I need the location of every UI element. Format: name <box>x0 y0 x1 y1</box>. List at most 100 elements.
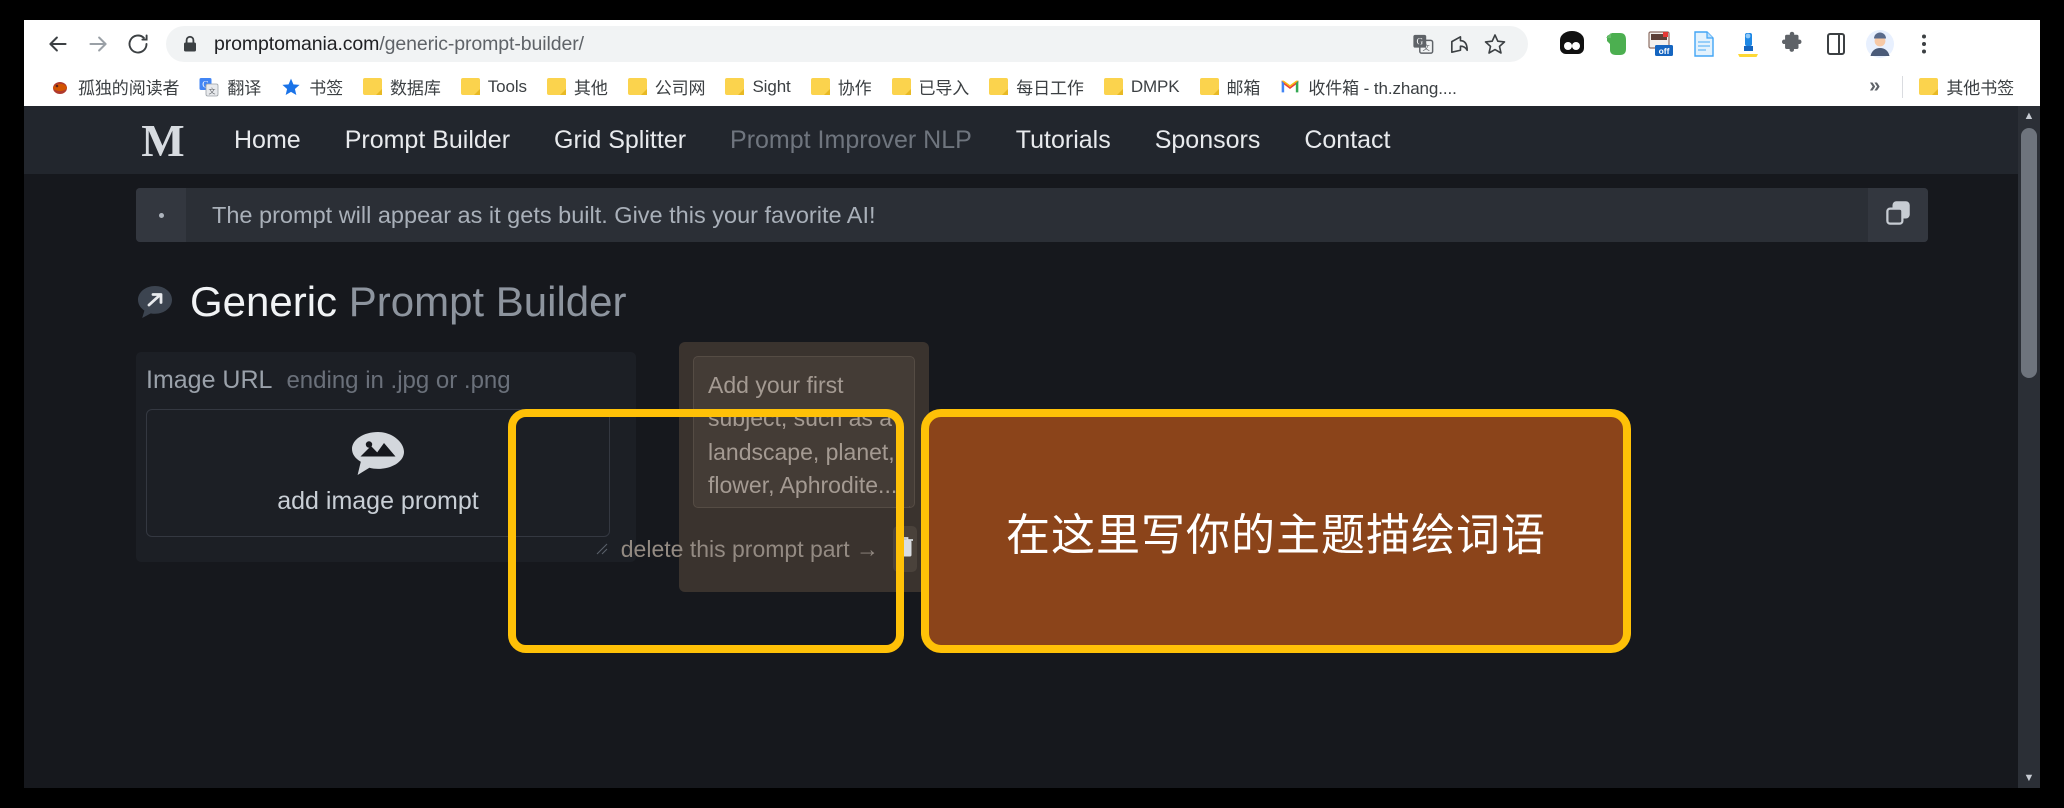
folder-icon <box>627 78 647 95</box>
page-scrollbar[interactable]: ▲ ▼ <box>2018 106 2040 788</box>
image-url-label: Image URL <box>146 366 273 394</box>
bookmark-item[interactable]: Tools <box>453 73 535 101</box>
annotation-note-text: 在这里写你的主题描绘词语 <box>1006 511 1546 560</box>
page-title-strong: Generic <box>190 278 338 325</box>
copy-prompt-button[interactable] <box>1868 188 1928 242</box>
nav-link-grid-splitter[interactable]: Grid Splitter <box>554 126 686 155</box>
bookmark-label: 公司网 <box>654 79 706 98</box>
copy-icon <box>1883 198 1913 233</box>
prompt-part-placeholder: Add your first subject, such as a landsc… <box>708 372 898 499</box>
bookmark-label: 翻译 <box>227 79 262 98</box>
folder-icon <box>891 78 911 95</box>
bookmark-star-icon[interactable] <box>1478 27 1512 61</box>
google-translate-icon: G文 <box>199 77 219 97</box>
evernote-icon[interactable] <box>1597 25 1635 63</box>
bookmark-item[interactable]: 收件箱 - th.zhang.... <box>1272 70 1464 103</box>
site-navbar: M Home Prompt Builder Grid Splitter Prom… <box>24 106 2040 174</box>
nav-link-prompt-builder[interactable]: Prompt Builder <box>345 126 510 155</box>
folder-icon <box>989 78 1009 95</box>
page-title-row: Generic Prompt Builder <box>136 278 2040 326</box>
document-icon[interactable] <box>1685 25 1723 63</box>
scroll-down-arrow-icon[interactable]: ▼ <box>2018 768 2040 788</box>
sidepanel-icon[interactable] <box>1817 25 1855 63</box>
bookmark-item[interactable]: 孤独的阅读者 <box>42 70 187 103</box>
gmail-icon <box>1280 77 1300 97</box>
bookmark-label: 邮箱 <box>1226 79 1261 98</box>
bookmark-label: 协作 <box>837 79 872 98</box>
bookmark-item[interactable]: DMPK <box>1096 73 1188 101</box>
blue-star-icon <box>281 77 301 97</box>
svg-text:文: 文 <box>1423 43 1431 52</box>
delete-prompt-part-row: delete this prompt part → x <box>621 526 929 572</box>
bookmark-label: 书签 <box>309 79 344 98</box>
lock-icon <box>182 35 198 53</box>
bookmark-label: 孤独的阅读者 <box>78 79 180 98</box>
forward-button[interactable] <box>78 24 118 64</box>
url-domain: promptomania.com <box>214 32 380 55</box>
image-url-row: Image URL ending in .jpg or .png <box>136 352 636 395</box>
folder-icon <box>363 78 383 95</box>
bookmarks-overflow-button[interactable]: » <box>1855 75 1894 98</box>
bookmark-item[interactable]: 协作 <box>803 70 880 103</box>
reload-button[interactable] <box>118 24 158 64</box>
bookmark-item[interactable]: 其他 <box>539 70 616 103</box>
svg-text:off: off <box>1659 46 1670 56</box>
delete-prompt-part-button[interactable]: x <box>893 526 917 572</box>
web-page: M Home Prompt Builder Grid Splitter Prom… <box>24 106 2040 788</box>
nav-link-prompt-improver-nlp[interactable]: Prompt Improver NLP <box>730 126 972 155</box>
url-text: promptomania.com/generic-prompt-builder/ <box>214 33 584 56</box>
nav-link-tutorials[interactable]: Tutorials <box>1016 126 1111 155</box>
kebab-menu-icon[interactable] <box>136 188 186 242</box>
svg-text:文: 文 <box>209 86 216 95</box>
bookmark-item[interactable]: 数据库 <box>355 70 449 103</box>
address-bar[interactable]: promptomania.com/generic-prompt-builder/… <box>166 26 1528 62</box>
prompt-output-placeholder[interactable]: The prompt will appear as it gets built.… <box>186 188 1868 242</box>
bookmark-item[interactable]: G文 翻译 <box>191 70 269 103</box>
page-title: Generic Prompt Builder <box>190 278 627 326</box>
bookmarks-divider <box>1902 75 1904 98</box>
bookmark-item[interactable]: 已导入 <box>884 70 978 103</box>
bookmarks-overflow: » 其他书签 <box>1855 70 2026 103</box>
prompt-part-textarea[interactable]: Add your first subject, such as a landsc… <box>693 356 915 508</box>
prompt-output-bar: The prompt will appear as it gets built.… <box>136 188 1928 242</box>
delete-prompt-part-label: delete this prompt part → <box>620 535 879 562</box>
scroll-up-arrow-icon[interactable]: ▲ <box>2018 106 2040 126</box>
folder-icon <box>1103 78 1123 95</box>
extension-toolbar: off <box>1538 25 1946 63</box>
chrome-menu-icon[interactable] <box>1905 25 1943 63</box>
microscope-icon[interactable] <box>1729 25 1767 63</box>
puzzle-extensions-icon[interactable] <box>1773 25 1811 63</box>
bookmark-label: 已导入 <box>918 79 970 98</box>
image-url-hint: ending in .jpg or .png <box>286 367 511 394</box>
other-bookmarks-button[interactable]: 其他书签 <box>1911 70 2022 103</box>
bookmark-item[interactable]: 书签 <box>273 70 351 103</box>
eyes-extension-icon[interactable] <box>1553 25 1591 63</box>
bookmark-item[interactable]: 邮箱 <box>1192 70 1269 103</box>
bookmark-label: 其他 <box>573 79 608 98</box>
bookmark-label: DMPK <box>1130 76 1180 96</box>
adblock-off-icon[interactable]: off <box>1641 25 1679 63</box>
bookmark-item[interactable]: 公司网 <box>620 70 714 103</box>
promptomania-logo[interactable]: M <box>136 115 190 166</box>
trash-icon: x <box>893 534 917 565</box>
omnibox-actions: G文 <box>1404 27 1512 61</box>
scrollbar-thumb[interactable] <box>2021 128 2037 378</box>
folder-icon <box>810 78 830 95</box>
svg-text:x: x <box>902 544 907 554</box>
nav-link-contact[interactable]: Contact <box>1304 126 1390 155</box>
screen: promptomania.com/generic-prompt-builder/… <box>0 0 2064 808</box>
bookmark-item[interactable]: 每日工作 <box>981 70 1092 103</box>
folder-icon <box>546 78 566 95</box>
nav-link-home[interactable]: Home <box>234 126 301 155</box>
profile-avatar-icon[interactable] <box>1861 25 1899 63</box>
resize-grip-icon[interactable] <box>596 542 608 555</box>
bookmark-item[interactable]: Sight <box>717 73 798 101</box>
add-image-prompt-button[interactable]: add image prompt <box>146 409 610 537</box>
page-title-rest: Prompt Builder <box>337 278 627 325</box>
textarea-resize-grip-icon[interactable] <box>900 493 911 507</box>
chat-arrow-icon <box>136 283 174 321</box>
back-button[interactable] <box>38 24 78 64</box>
nav-link-sponsors[interactable]: Sponsors <box>1155 126 1261 155</box>
translate-icon[interactable]: G文 <box>1406 27 1440 61</box>
share-icon[interactable] <box>1442 27 1476 61</box>
